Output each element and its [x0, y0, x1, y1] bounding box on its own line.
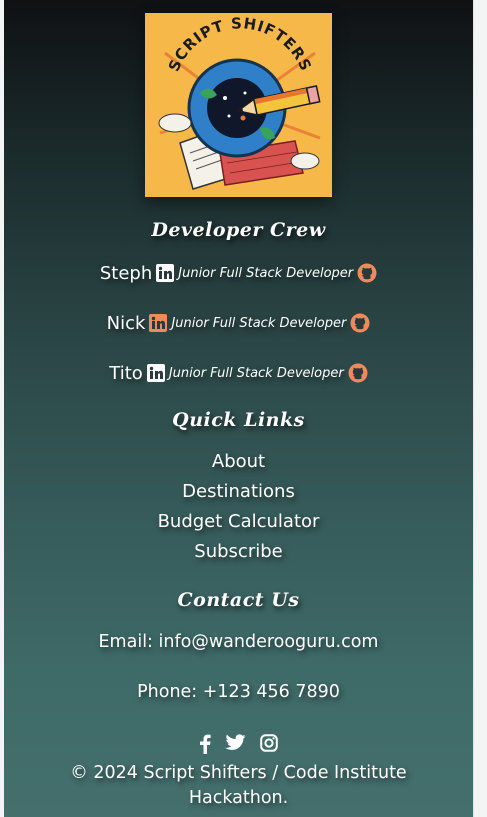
- developer-role: Junior Full Stack Developer: [171, 315, 347, 331]
- linkedin-icon[interactable]: [146, 364, 165, 382]
- social-icons: [4, 731, 473, 755]
- quick-link-budget-calculator[interactable]: Budget Calculator: [4, 511, 473, 532]
- developer-row-nick: Nick Junior Full Stack Developer: [4, 311, 473, 335]
- contact-phone: Phone: +123 456 7890: [137, 682, 340, 702]
- developer-row-tito: Tito Junior Full Stack Developer: [4, 361, 473, 385]
- github-icon[interactable]: [357, 263, 377, 283]
- page-scrollbar[interactable]: [473, 0, 487, 817]
- script-shifters-logo[interactable]: SCRIPT SHIFTERS: [145, 13, 332, 197]
- quick-link-subscribe[interactable]: Subscribe: [4, 541, 473, 562]
- site-footer: SCRIPT SHIFTERS Developer Crew Steph Jun…: [4, 0, 473, 817]
- copyright-text: © 2024 Script Shifters / Code Institute …: [70, 763, 407, 808]
- linkedin-icon[interactable]: [149, 314, 168, 332]
- developer-role: Junior Full Stack Developer: [178, 265, 354, 281]
- developer-name: Nick: [106, 312, 146, 334]
- globe-pencil-logo-icon: SCRIPT SHIFTERS: [145, 13, 332, 197]
- twitter-icon[interactable]: [225, 734, 246, 752]
- github-icon[interactable]: [348, 363, 368, 383]
- contact-us-heading: Contact Us: [177, 589, 300, 611]
- instagram-icon[interactable]: [260, 734, 278, 752]
- contact-email[interactable]: Email: info@wanderooguru.com: [4, 632, 473, 652]
- linkedin-icon[interactable]: [156, 264, 175, 282]
- quick-link-about[interactable]: About: [4, 451, 473, 472]
- quick-links-heading: Quick Links: [172, 409, 305, 431]
- developer-name: Steph: [99, 262, 153, 284]
- developer-name: Tito: [109, 362, 143, 384]
- facebook-icon[interactable]: [199, 733, 211, 754]
- github-icon[interactable]: [350, 313, 370, 333]
- developer-crew-heading: Developer Crew: [151, 219, 326, 241]
- quick-link-destinations[interactable]: Destinations: [4, 481, 473, 502]
- developer-row-steph: Steph Junior Full Stack Developer: [4, 261, 473, 285]
- developer-role: Junior Full Stack Developer: [168, 365, 344, 381]
